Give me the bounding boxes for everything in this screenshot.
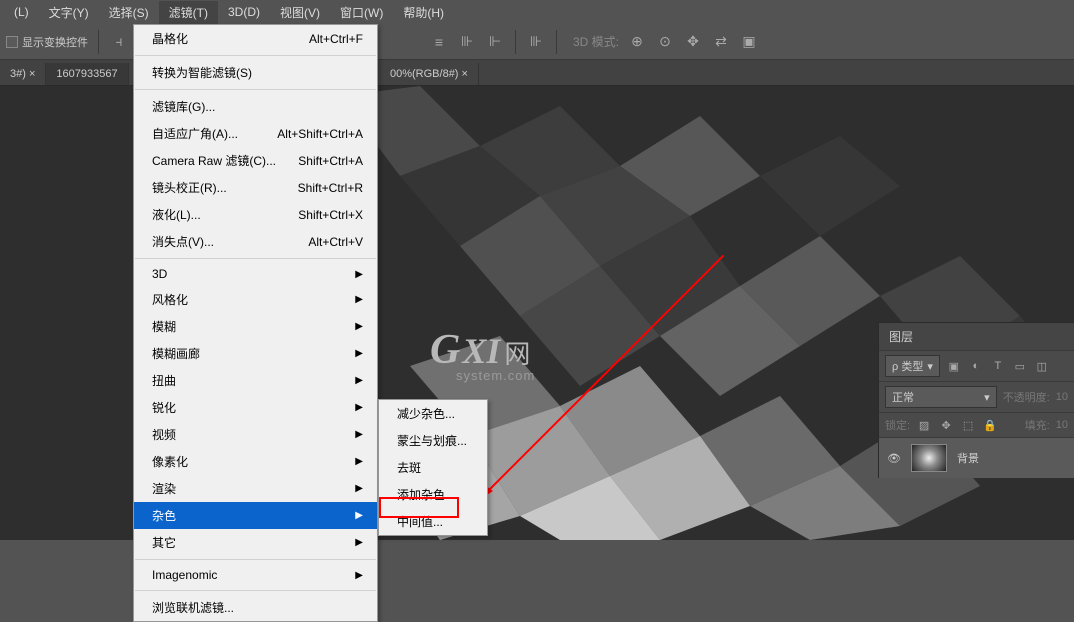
noise-dust-scratches[interactable]: 蒙尘与划痕... (379, 427, 487, 454)
filter-blur[interactable]: 模糊▶ (134, 313, 377, 340)
filter-stylize[interactable]: 风格化▶ (134, 286, 377, 313)
tab-label: 3#) × (10, 68, 35, 80)
filter-adaptive-wide[interactable]: 自适应广角(A)...Alt+Shift+Ctrl+A (134, 120, 377, 147)
menu-text[interactable]: 文字(Y) (39, 1, 99, 24)
separator (98, 30, 99, 54)
3d-roll-icon[interactable]: ⊙ (655, 32, 675, 52)
filter-pixelate[interactable]: 像素化▶ (134, 448, 377, 475)
blend-mode-dropdown[interactable]: 正常▾ (885, 386, 997, 408)
noise-despeckle[interactable]: 去斑 (379, 454, 487, 481)
filter-3d[interactable]: 3D▶ (134, 262, 377, 286)
lock-label: 锁定: (885, 417, 910, 433)
align-icon-5[interactable]: ⊩ (485, 32, 505, 52)
menu-select[interactable]: 选择(S) (99, 1, 159, 24)
layers-lock-row: 锁定: ▨ ✥ ⬚ 🔒 填充: 10 (879, 412, 1074, 437)
align-icon-6[interactable]: ⊪ (526, 32, 546, 52)
lock-pixels-icon[interactable]: ▨ (916, 419, 932, 432)
filter-shape-icon[interactable]: ▭ (1012, 360, 1028, 373)
layer-kind-dropdown[interactable]: ρ 类型▾ (885, 355, 940, 377)
noise-median[interactable]: 中间值... (379, 508, 487, 535)
watermark: GXI网 system.com (430, 326, 535, 383)
align-icon-3[interactable]: ≡ (429, 32, 449, 52)
3d-slide-icon[interactable]: ⇄ (711, 32, 731, 52)
menu-view[interactable]: 视图(V) (270, 1, 330, 24)
filter-browse-online[interactable]: 浏览联机滤镜... (134, 594, 377, 621)
layer-item-background[interactable]: 👁 背景 (879, 437, 1074, 478)
3d-scale-icon[interactable]: ▣ (739, 32, 759, 52)
align-icon-1[interactable]: ⫞ (109, 32, 129, 52)
filter-menu-dropdown: 晶格化Alt+Ctrl+F 转换为智能滤镜(S) 滤镜库(G)... 自适应广角… (133, 24, 378, 622)
filter-render[interactable]: 渲染▶ (134, 475, 377, 502)
tab-1[interactable]: 3#) × (0, 63, 46, 85)
filter-other[interactable]: 其它▶ (134, 529, 377, 556)
tab-label: 1607933567 (56, 68, 117, 80)
filter-noise[interactable]: 杂色▶ (134, 502, 377, 529)
lock-artboard-icon[interactable]: ⬚ (960, 419, 976, 432)
filter-lens-correction[interactable]: 镜头校正(R)...Shift+Ctrl+R (134, 174, 377, 201)
checkbox-label: 显示变换控件 (22, 34, 88, 50)
tab-2[interactable]: 1607933567 (46, 63, 128, 85)
layers-panel: 图层 ρ 类型▾ ▣ ◐ T ▭ ◫ 正常▾ 不透明度: 10 锁定: ▨ ✥ … (878, 322, 1074, 478)
filter-pixel-icon[interactable]: ▣ (946, 360, 962, 373)
visibility-eye-icon[interactable]: 👁 (887, 452, 901, 465)
filter-smart-icon[interactable]: ◫ (1034, 360, 1050, 373)
fill-label: 填充: (1025, 417, 1050, 433)
menu-3d[interactable]: 3D(D) (218, 2, 270, 22)
3d-pan-icon[interactable]: ✥ (683, 32, 703, 52)
separator (515, 30, 516, 54)
align-icon-4[interactable]: ⊪ (457, 32, 477, 52)
menu-window[interactable]: 窗口(W) (330, 1, 393, 24)
separator (556, 30, 557, 54)
app-menubar: (L) 文字(Y) 选择(S) 滤镜(T) 3D(D) 视图(V) 窗口(W) … (0, 0, 1074, 24)
filter-distort[interactable]: 扭曲▶ (134, 367, 377, 394)
filter-convert-smart[interactable]: 转换为智能滤镜(S) (134, 59, 377, 86)
filter-liquify[interactable]: 液化(L)...Shift+Ctrl+X (134, 201, 377, 228)
filter-blur-gallery[interactable]: 模糊画廊▶ (134, 340, 377, 367)
layers-blend-row: 正常▾ 不透明度: 10 (879, 381, 1074, 412)
filter-camera-raw[interactable]: Camera Raw 滤镜(C)...Shift+Ctrl+A (134, 147, 377, 174)
3d-mode-label: 3D 模式: (573, 33, 619, 50)
filter-vanishing-point[interactable]: 消失点(V)...Alt+Ctrl+V (134, 228, 377, 255)
noise-add[interactable]: 添加杂色... (379, 481, 487, 508)
opacity-label: 不透明度: (1003, 389, 1050, 405)
tab-label: 00%(RGB/8#) × (390, 68, 468, 80)
layer-thumbnail[interactable] (911, 444, 947, 472)
menu-l[interactable]: (L) (4, 2, 39, 22)
checkbox-icon (6, 36, 18, 48)
layer-name: 背景 (957, 450, 979, 466)
filter-adjust-icon[interactable]: ◐ (968, 360, 984, 372)
3d-orbit-icon[interactable]: ⊕ (627, 32, 647, 52)
menu-help[interactable]: 帮助(H) (393, 1, 454, 24)
filter-last[interactable]: 晶格化Alt+Ctrl+F (134, 25, 377, 52)
filter-type-icon[interactable]: T (990, 360, 1006, 372)
filter-imagenomic[interactable]: Imagenomic▶ (134, 563, 377, 587)
lock-all-icon[interactable]: 🔒 (982, 419, 998, 432)
layers-panel-title: 图层 (879, 323, 1074, 350)
filter-video[interactable]: 视频▶ (134, 421, 377, 448)
show-transform-controls[interactable]: 显示变换控件 (6, 34, 88, 50)
filter-gallery[interactable]: 滤镜库(G)... (134, 93, 377, 120)
opacity-value[interactable]: 10 (1056, 391, 1068, 403)
filter-sharpen[interactable]: 锐化▶ (134, 394, 377, 421)
lock-position-icon[interactable]: ✥ (938, 419, 954, 432)
menu-filter[interactable]: 滤镜(T) (159, 1, 218, 24)
layers-filter-row: ρ 类型▾ ▣ ◐ T ▭ ◫ (879, 350, 1074, 381)
tab-3[interactable]: 00%(RGB/8#) × (380, 63, 479, 85)
noise-reduce[interactable]: 减少杂色... (379, 400, 487, 427)
fill-value[interactable]: 10 (1056, 419, 1068, 431)
noise-submenu: 减少杂色... 蒙尘与划痕... 去斑 添加杂色... 中间值... (378, 399, 488, 536)
